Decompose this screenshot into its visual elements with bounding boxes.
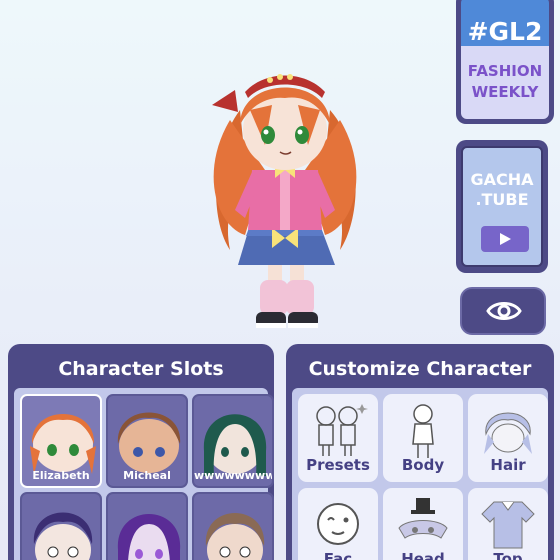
character-slot-5[interactable] — [106, 492, 188, 560]
customize-grid-container: Presets Body Hair Fac Head Top — [292, 388, 548, 560]
slot-name: wwwwwwww — [194, 469, 272, 482]
hair-button[interactable]: Hair — [468, 394, 548, 482]
gacha-tube-button[interactable]: GACHA .TUBE — [456, 140, 548, 273]
gacha-tube-screen: GACHA .TUBE — [461, 146, 543, 267]
character-portrait — [205, 513, 265, 560]
body-button[interactable]: Body — [383, 394, 463, 482]
character-slot-2[interactable]: Micheal — [106, 394, 188, 488]
customize-character-title: Customize Character — [308, 358, 532, 380]
face-label: Fac — [323, 550, 353, 560]
gacha-tube-line1: GACHA — [470, 170, 534, 189]
head-accessory-button[interactable]: Head — [383, 488, 463, 560]
gl2-line1: FASHION — [467, 62, 543, 80]
eye-icon — [486, 302, 522, 320]
character-slot-6[interactable] — [192, 492, 274, 560]
character-slot-1[interactable]: Elizabeth — [20, 394, 102, 488]
toggle-ui-visibility-button[interactable] — [460, 287, 546, 335]
character-sprite — [212, 74, 357, 328]
character-slots-grid-container: Elizabeth Micheal wwwwwwww — [14, 388, 274, 560]
presets-label: Presets — [306, 456, 370, 474]
gl2-tag: #GL2 — [467, 17, 543, 46]
top-label: Top — [493, 550, 523, 560]
gacha-tube-line2: .TUBE — [475, 190, 529, 209]
character-portrait — [117, 514, 181, 560]
character-slots-panel: Character Slots Elizabeth Micheal wwwwww… — [8, 344, 274, 560]
play-button[interactable] — [481, 226, 529, 252]
character-preview[interactable] — [190, 50, 380, 340]
hair-label: Hair — [490, 456, 526, 474]
slot-name: Micheal — [123, 469, 171, 482]
face-button[interactable]: Fac — [298, 488, 378, 560]
presets-button[interactable]: Presets — [298, 394, 378, 482]
head-label: Head — [401, 550, 445, 560]
character-slot-4[interactable] — [20, 492, 102, 560]
gl2-line2: WEEKLY — [471, 83, 539, 101]
slot-name: Elizabeth — [32, 469, 90, 482]
top-button[interactable]: Top — [468, 488, 548, 560]
character-portrait — [33, 512, 93, 560]
character-slots-title: Character Slots — [58, 358, 224, 380]
gl2-fashion-weekly-button[interactable]: #GL2 FASHION WEEKLY — [456, 0, 554, 124]
character-slot-3[interactable]: wwwwwwww — [192, 394, 274, 488]
play-icon — [500, 233, 511, 245]
body-label: Body — [401, 456, 445, 474]
customize-character-panel: Customize Character Presets Body Hair Fa… — [286, 344, 554, 560]
